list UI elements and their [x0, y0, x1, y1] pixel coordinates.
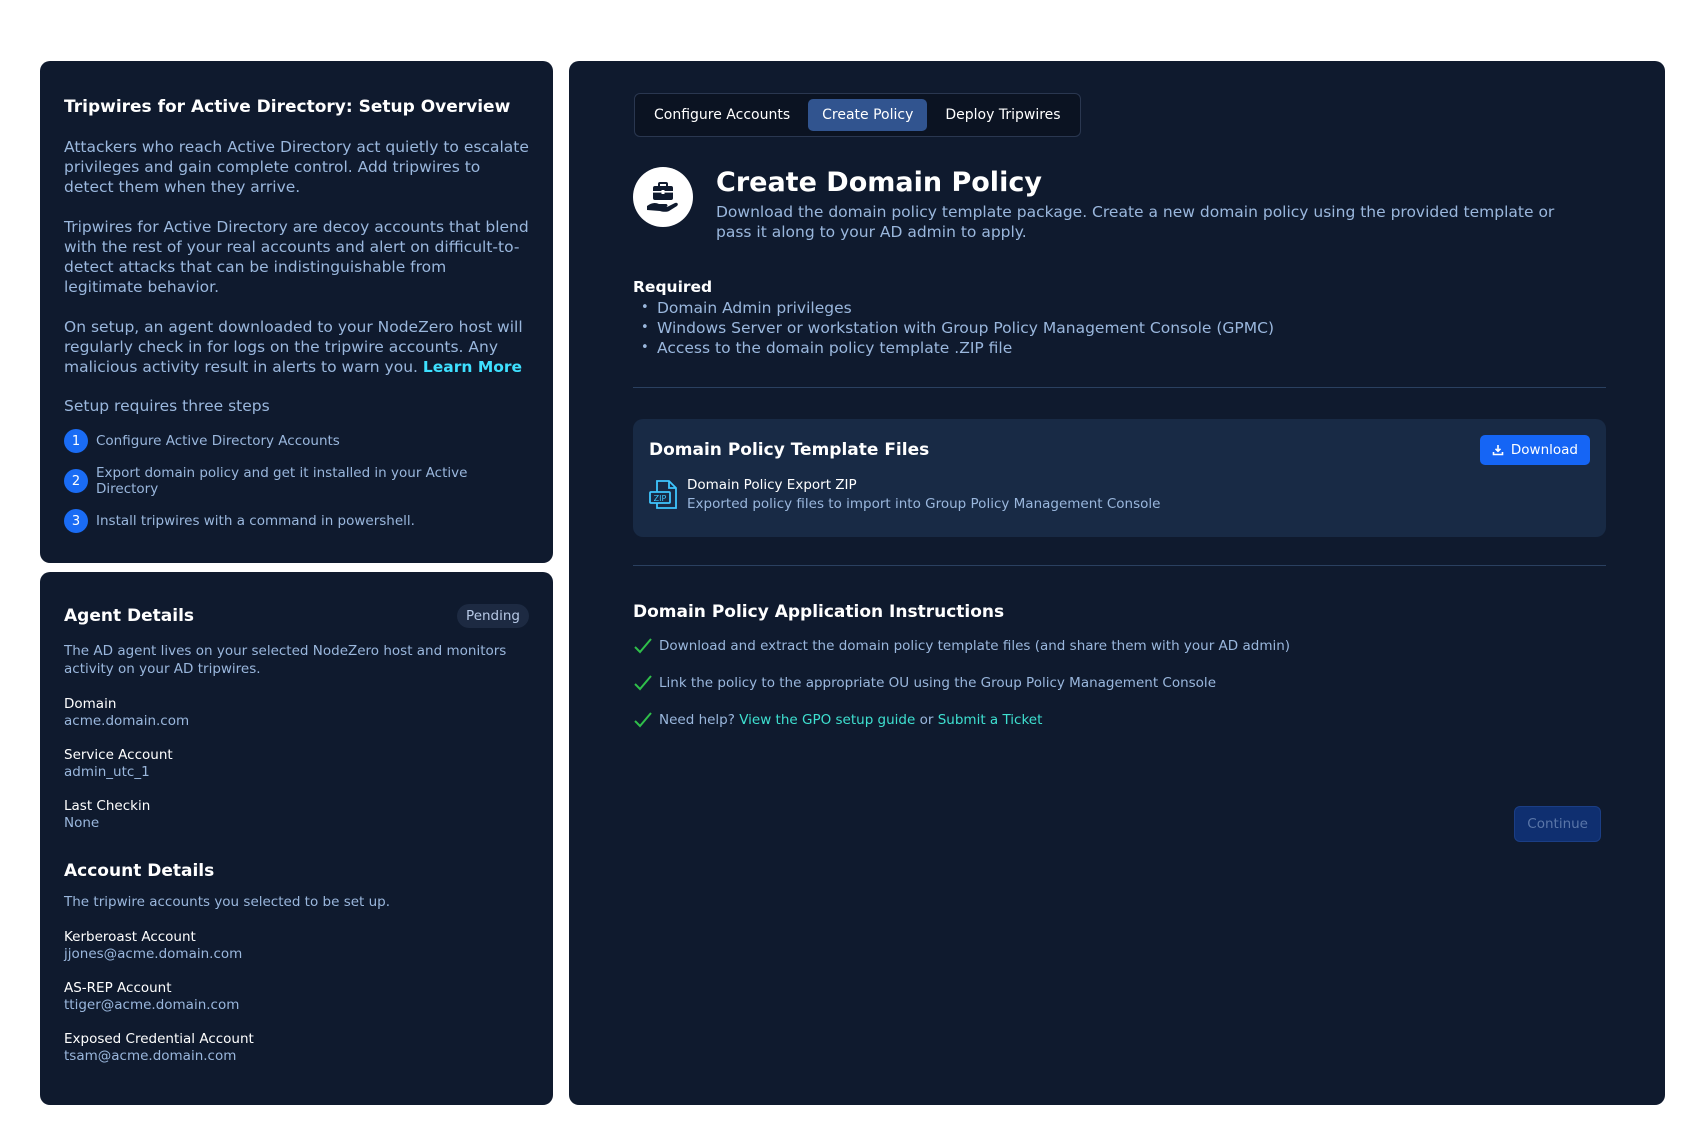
- learn-more-link[interactable]: Learn More: [423, 358, 522, 376]
- submit-ticket-link[interactable]: Submit a Ticket: [938, 712, 1043, 728]
- gpo-setup-guide-link[interactable]: View the GPO setup guide: [739, 712, 915, 728]
- page-title: Create Domain Policy: [716, 167, 1042, 198]
- field-value: jjones@acme.domain.com: [64, 946, 243, 962]
- zip-badge-text: ZIP: [654, 494, 667, 503]
- tab-configure-accounts[interactable]: Configure Accounts: [640, 99, 804, 131]
- step-number: 1: [64, 429, 88, 453]
- briefcase-hand-icon: [633, 167, 693, 227]
- template-files-card: Domain Policy Template Files Download ZI…: [633, 419, 1606, 537]
- account-field-kerberoast: Kerberoast Account jjones@acme.domain.co…: [64, 929, 529, 962]
- field-value: None: [64, 815, 100, 831]
- instruction-item-1: Download and extract the domain policy t…: [633, 636, 1601, 656]
- check-icon: [634, 712, 652, 728]
- divider: [633, 387, 1606, 388]
- help-prefix: Need help?: [659, 712, 735, 728]
- setup-overview-panel: Tripwires for Active Directory: Setup Ov…: [40, 61, 553, 563]
- field-value: ttiger@acme.domain.com: [64, 997, 240, 1013]
- field-label: Kerberoast Account: [64, 929, 196, 945]
- field-value: tsam@acme.domain.com: [64, 1048, 237, 1064]
- files-card-title: Domain Policy Template Files: [649, 440, 930, 460]
- required-list: Domain Admin privileges Windows Server o…: [633, 298, 1601, 358]
- required-item: Windows Server or workstation with Group…: [633, 318, 1601, 338]
- file-row: ZIP Domain Policy Export ZIP Exported po…: [649, 477, 1590, 512]
- required-title: Required: [633, 278, 713, 296]
- step-number: 2: [64, 469, 88, 493]
- agent-field-domain: Domain acme.domain.com: [64, 696, 529, 729]
- overview-title: Tripwires for Active Directory: Setup Ov…: [64, 97, 511, 117]
- policy-header-text: Create Domain Policy Download the domain…: [716, 167, 1576, 242]
- instruction-text: Download and extract the domain policy t…: [659, 638, 1291, 654]
- account-details-title: Account Details: [64, 861, 215, 881]
- check-icon: [634, 675, 652, 691]
- instructions-title: Domain Policy Application Instructions: [633, 602, 1005, 622]
- page-description: Download the domain policy template pack…: [716, 203, 1555, 241]
- help-or: or: [919, 712, 934, 728]
- file-name: Domain Policy Export ZIP: [687, 477, 857, 493]
- check-icon: [634, 638, 652, 654]
- zip-file-icon: ZIP: [649, 480, 677, 509]
- download-label: Download: [1510, 442, 1578, 458]
- download-icon: [1492, 445, 1504, 456]
- field-value: admin_utc_1: [64, 764, 150, 780]
- field-label: Domain: [64, 696, 117, 712]
- step-text: Install tripwires with a command in powe…: [96, 513, 415, 529]
- step-text: Configure Active Directory Accounts: [96, 433, 340, 449]
- status-badge: Pending: [457, 604, 529, 628]
- required-item: Access to the domain policy template .ZI…: [633, 338, 1601, 358]
- agent-details-title: Agent Details: [64, 606, 195, 626]
- field-label: Last Checkin: [64, 798, 151, 814]
- step-1: 1 Configure Active Directory Accounts: [64, 429, 529, 453]
- download-button[interactable]: Download: [1479, 435, 1590, 465]
- agent-field-last-checkin: Last Checkin None: [64, 798, 529, 831]
- create-policy-panel: Configure Accounts Create Policy Deploy …: [569, 61, 1665, 1105]
- details-panel: Agent Details Pending The AD agent lives…: [40, 572, 553, 1105]
- tab-deploy-tripwires[interactable]: Deploy Tripwires: [931, 99, 1074, 131]
- files-card-header: Domain Policy Template Files Download: [649, 435, 1590, 465]
- overview-para-2: Tripwires for Active Directory are decoy…: [64, 218, 529, 296]
- step-3: 3 Install tripwires with a command in po…: [64, 509, 529, 533]
- overview-para-1: Attackers who reach Active Directory act…: [64, 138, 529, 196]
- field-value: acme.domain.com: [64, 713, 190, 729]
- field-label: AS-REP Account: [64, 980, 172, 996]
- account-field-asrep: AS-REP Account ttiger@acme.domain.com: [64, 980, 529, 1013]
- overview-para-3: On setup, an agent downloaded to your No…: [64, 317, 529, 377]
- instruction-item-help: Need help? View the GPO setup guide or S…: [633, 710, 1601, 730]
- agent-desc: The AD agent lives on your selected Node…: [64, 643, 507, 677]
- instruction-text: Link the policy to the appropriate OU us…: [659, 675, 1216, 691]
- field-label: Exposed Credential Account: [64, 1031, 254, 1047]
- file-description: Exported policy files to import into Gro…: [687, 496, 1161, 512]
- required-item: Domain Admin privileges: [633, 298, 1601, 318]
- wizard-tabs: Configure Accounts Create Policy Deploy …: [634, 93, 1081, 137]
- continue-button[interactable]: Continue: [1514, 806, 1601, 842]
- steps-intro: Setup requires three steps: [64, 397, 270, 415]
- field-label: Service Account: [64, 747, 173, 763]
- account-field-exposed-credential: Exposed Credential Account tsam@acme.dom…: [64, 1031, 529, 1064]
- account-desc: The tripwire accounts you selected to be…: [64, 894, 391, 910]
- step-text: Export domain policy and get it installe…: [96, 465, 468, 497]
- file-info: Domain Policy Export ZIP Exported policy…: [687, 477, 1160, 512]
- instruction-item-2: Link the policy to the appropriate OU us…: [633, 673, 1601, 693]
- agent-field-service-account: Service Account admin_utc_1: [64, 747, 529, 780]
- divider: [633, 565, 1606, 566]
- policy-header: Create Domain Policy Download the domain…: [633, 167, 1601, 242]
- tab-create-policy[interactable]: Create Policy: [808, 99, 928, 131]
- agent-header: Agent Details Pending: [64, 604, 529, 628]
- step-2: 2 Export domain policy and get it instal…: [64, 465, 529, 497]
- step-number: 3: [64, 509, 88, 533]
